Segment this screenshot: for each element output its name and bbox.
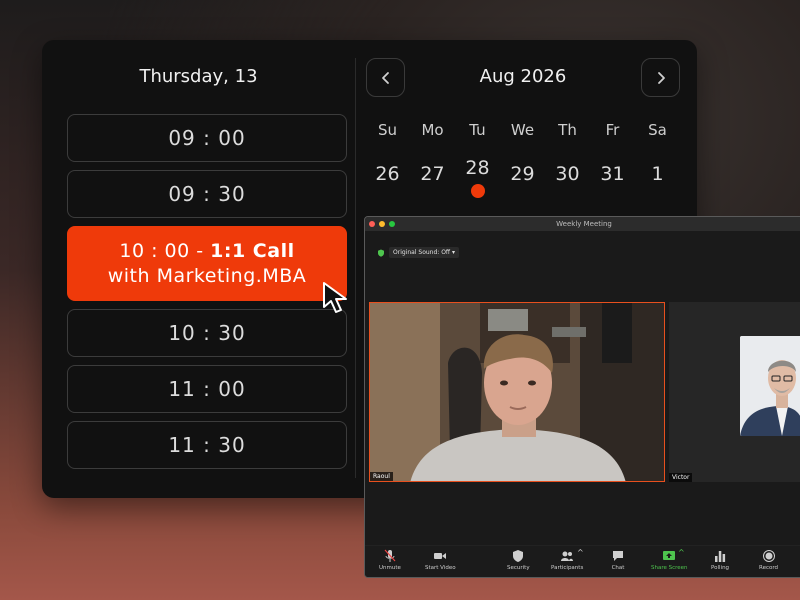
time-slot-selected[interactable]: 10 : 00 - 1:1 Call with Marketing.MBA [67,226,347,301]
chat-button[interactable]: Chat [611,549,625,571]
weekday-label: Th [558,121,577,139]
next-month-button[interactable] [641,58,680,97]
calendar-week-row: 26 27 28 29 30 31 1 [365,154,681,198]
time-slot[interactable]: 10 : 30 [67,309,347,357]
share-screen-icon [663,551,676,560]
selected-slot-line1: 10 : 00 - 1:1 Call [119,239,295,262]
meeting-toolbar: Unmute Start Video Security Participants… [365,545,800,577]
participants-icon [561,551,574,561]
weekday-label: Fr [605,121,620,139]
prev-month-button[interactable] [366,58,405,97]
weekday-label: We [510,121,535,139]
unmute-button[interactable]: Unmute [379,549,401,571]
calendar-grid: Su Mo Tu We Th Fr Sa 26 27 28 29 30 31 1 [365,118,681,198]
calendar-day-number: 28 [465,157,490,179]
weekday-label: Mo [421,121,444,139]
weekday-label: Sa [648,121,667,139]
participant-name-tag: Victor [669,473,693,482]
time-slot[interactable]: 11 : 00 [67,365,347,413]
weekday-label: Su [377,121,398,139]
polling-button[interactable]: Polling [711,549,729,571]
bar-chart-icon [715,551,726,562]
participant-video[interactable]: Victor [669,302,800,482]
video-call-window: Weekly Meeting Original Sound: Off ▾ Rao… [364,216,800,578]
start-video-button[interactable]: Start Video [425,549,456,571]
speaker-video-frame [370,303,664,481]
time-slot[interactable]: 11 : 30 [67,421,347,469]
shield-check-icon [378,249,384,257]
active-speaker-video[interactable]: Raoul [369,302,665,482]
window-title: Weekly Meeting [556,220,612,228]
record-button[interactable]: Record [759,549,778,571]
participants-options-chevron[interactable]: ^ [577,548,584,557]
calendar-day[interactable]: 31 [590,154,635,194]
calendar-day[interactable]: 26 [365,154,410,194]
panel-divider [355,58,356,478]
event-marker-icon [471,184,485,198]
chat-icon [613,551,623,561]
original-sound-control: Original Sound: Off ▾ [377,247,459,258]
time-slot[interactable]: 09 : 00 [67,114,347,162]
call-type: 1:1 Call [210,239,295,262]
video-camera-icon [434,553,447,559]
mouse-cursor-icon [323,282,347,313]
participant-thumbnail [740,336,800,436]
security-button[interactable]: Security [507,549,530,571]
calendar-month-label: Aug 2026 [479,66,567,87]
record-icon [762,550,775,562]
participant-photo [740,336,800,436]
participant-name-tag: Raoul [370,472,393,481]
time-slot[interactable]: 09 : 30 [67,170,347,218]
shield-icon [513,550,524,562]
calendar-day[interactable]: 27 [410,154,455,194]
original-sound-toggle[interactable]: Original Sound: Off ▾ [389,247,459,258]
calendar-day[interactable]: 30 [545,154,590,194]
chevron-left-icon [381,71,389,84]
share-options-chevron[interactable]: ^ [678,548,685,557]
day-title: Thursday, 13 [139,66,258,87]
chevron-right-icon [657,71,665,84]
window-titlebar: Weekly Meeting [365,217,800,231]
calendar-day-marked[interactable]: 28 [455,154,500,198]
weekday-label: Tu [469,121,486,139]
calendar-day[interactable]: 1 [635,154,680,194]
selected-slot-line2: with Marketing.MBA [107,264,307,287]
weekday-header: Su Mo Tu We Th Fr Sa [365,118,681,154]
time-slot-list: 09 : 00 09 : 30 10 : 00 - 1:1 Call with … [67,114,347,477]
calendar-day[interactable]: 29 [500,154,545,194]
microphone-muted-icon [384,549,396,562]
